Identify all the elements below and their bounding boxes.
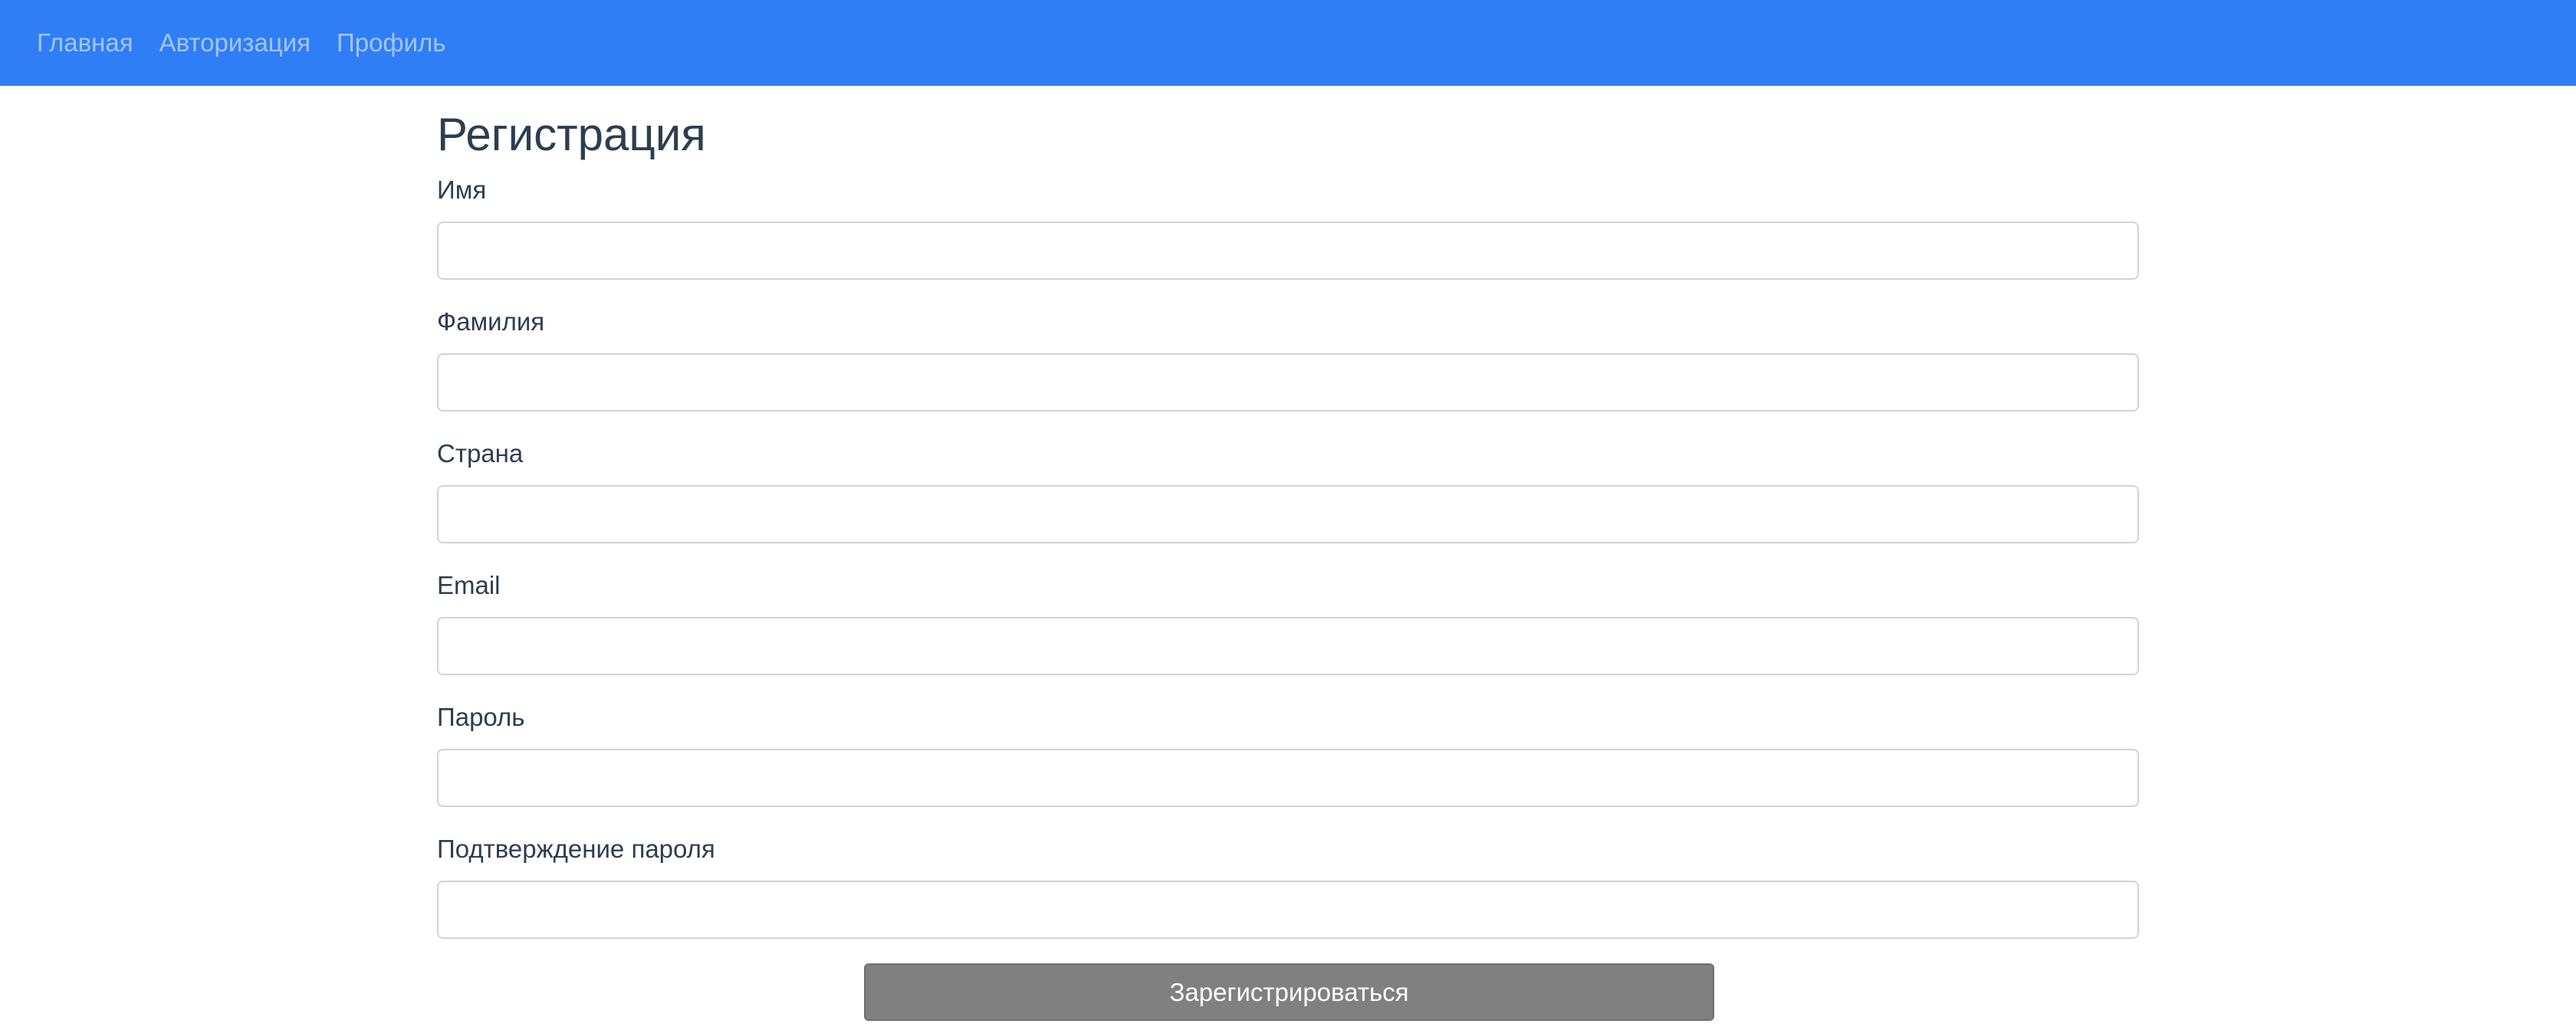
password-input[interactable] bbox=[437, 749, 2139, 807]
first-name-input[interactable] bbox=[437, 221, 2139, 280]
nav-link-profile[interactable]: Профиль bbox=[337, 28, 445, 57]
nav-link-home[interactable]: Главная bbox=[37, 28, 133, 57]
last-name-input[interactable] bbox=[437, 353, 2139, 412]
password-confirm-label: Подтверждение пароля bbox=[437, 835, 715, 863]
country-input[interactable] bbox=[437, 485, 2139, 543]
first-name-label: Имя bbox=[437, 176, 487, 204]
email-input[interactable] bbox=[437, 617, 2139, 675]
register-button[interactable]: Зарегистрироваться bbox=[864, 963, 1714, 1021]
password-label: Пароль bbox=[437, 703, 525, 731]
nav-link-login[interactable]: Авторизация bbox=[159, 28, 310, 57]
country-label: Страна bbox=[437, 439, 524, 468]
last-name-label: Фамилия bbox=[437, 307, 545, 336]
email-label: Email bbox=[437, 571, 501, 599]
top-navbar: Главная Авторизация Профиль bbox=[0, 0, 2576, 86]
page-title: Регистрация bbox=[437, 109, 706, 160]
password-confirm-input[interactable] bbox=[437, 881, 2139, 939]
